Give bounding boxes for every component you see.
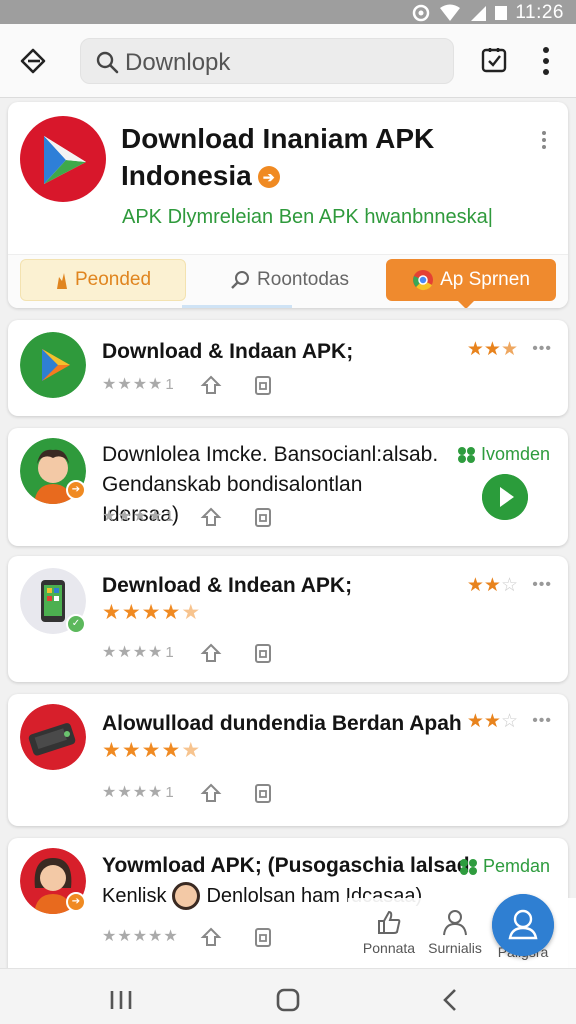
back-icon[interactable] xyxy=(18,46,48,76)
app-list-item[interactable]: Download & Indaan APK; ★★★ ••• ★ ★ ★ ★ 1 xyxy=(8,320,568,416)
device-icon xyxy=(20,704,86,770)
rating-stars: ★★☆ xyxy=(466,575,518,596)
more-icon[interactable]: ••• xyxy=(532,576,552,594)
share-icon[interactable] xyxy=(200,374,222,396)
check-badge-icon: ✓ xyxy=(66,614,86,634)
status-time: 11:26 xyxy=(515,2,564,23)
arrow-badge-icon: ➔ xyxy=(257,166,280,188)
thumb-up-icon xyxy=(378,910,401,934)
more-vert-icon[interactable] xyxy=(538,44,554,78)
featured-tabs: Peonded Roontodas Ap Sprnen xyxy=(8,254,568,308)
card-more-icon[interactable] xyxy=(540,130,548,150)
status-tag: Pemdan xyxy=(459,856,550,877)
more-icon[interactable]: ••• xyxy=(532,340,552,358)
tab-label: Peonded xyxy=(74,269,152,290)
sync-icon xyxy=(413,4,430,22)
search-query: Downlopk xyxy=(125,49,231,76)
chrome-icon xyxy=(413,270,434,291)
task-check-icon[interactable] xyxy=(480,46,508,74)
app-list-item[interactable]: ➔ Downlolea Imcke. Bansocianl:alsab. Gen… xyxy=(8,428,568,546)
share-icon[interactable] xyxy=(200,642,222,664)
save-icon[interactable] xyxy=(252,926,274,948)
nav-ponnata[interactable]: Ponnata xyxy=(354,908,424,956)
rating-row: ★ ★ ★ ★ 1 xyxy=(102,507,174,526)
rating-stars: ★★☆ xyxy=(466,711,518,732)
play-store-icon xyxy=(20,332,86,398)
featured-app-card[interactable]: Download Inaniam APK Indonesia ➔ APK Dlym… xyxy=(8,102,568,308)
share-icon[interactable] xyxy=(200,506,222,528)
save-icon[interactable] xyxy=(252,374,274,396)
nav-surnialis[interactable]: Surnialis xyxy=(420,908,490,956)
battery-icon xyxy=(495,6,508,20)
back-nav-icon[interactable] xyxy=(440,987,460,1013)
more-icon[interactable]: ••• xyxy=(532,712,552,730)
save-icon[interactable] xyxy=(252,506,274,528)
app-list-item[interactable]: ✓ Dewnload & Indean APK; ★★★★★ ★★☆ ••• ★… xyxy=(8,556,568,682)
save-icon[interactable] xyxy=(252,642,274,664)
cluster-icon xyxy=(457,446,475,463)
app-title: Dewnload & Indean APK; xyxy=(102,574,353,597)
system-navigation-bar xyxy=(0,968,576,1024)
search-icon xyxy=(96,51,119,74)
update-badge-icon: ➔ xyxy=(66,892,86,912)
app-title: Yowmload APK; (Pusogaschia lalsad xyxy=(102,854,470,877)
update-badge-icon: ➔ xyxy=(66,480,86,500)
featured-app-subtitle: APK Dlymreleian Ben APK hwanbnneska| xyxy=(122,206,493,228)
wifi-icon xyxy=(440,4,461,21)
rating-row: ★ ★ ★ ★ ★ xyxy=(102,928,178,945)
rating-row: ★ ★ ★ ★ 1 xyxy=(102,375,174,394)
mini-avatar-icon xyxy=(172,882,201,910)
search-input[interactable]: Downlopk xyxy=(80,38,454,84)
save-icon[interactable] xyxy=(252,782,274,804)
app-logo-icon xyxy=(20,116,106,202)
share-icon[interactable] xyxy=(200,926,222,948)
status-tag: Ivomden xyxy=(457,444,550,465)
home-icon[interactable] xyxy=(275,987,301,1013)
tab-label: Ap Sprnen xyxy=(440,269,530,290)
app-list-item[interactable]: Alowulload dundendia Berdan Apah ★★★★★ ★… xyxy=(8,694,568,826)
rating-row: ★ ★ ★ ★ 1 xyxy=(102,783,174,802)
play-button[interactable] xyxy=(482,474,528,520)
profile-fab-button[interactable] xyxy=(492,894,554,956)
tab-ap-sprnen[interactable]: Ap Sprnen xyxy=(386,259,556,308)
share-icon[interactable] xyxy=(200,782,222,804)
signal-icon xyxy=(471,6,487,21)
app-title: Alowulload dundendia Berdan Apah xyxy=(102,712,462,735)
featured-app-title: Download Inaniam APK Indonesia ➔ xyxy=(121,123,435,191)
orange-rating-stars: ★★★★★ xyxy=(102,601,202,624)
tab-roontodas[interactable]: Roontodas xyxy=(204,259,374,301)
tab-label: Roontodas xyxy=(257,269,349,290)
status-bar: 11:26 xyxy=(0,0,576,24)
recent-apps-icon[interactable] xyxy=(108,989,134,1011)
top-app-bar: Downlopk xyxy=(0,24,576,98)
person-icon xyxy=(443,910,467,936)
search-icon xyxy=(231,271,250,289)
tab-indicator xyxy=(182,305,292,308)
tab-peonded[interactable]: Peonded xyxy=(20,259,186,301)
rating-stars: ★★★ xyxy=(466,339,518,360)
app-title: Download & Indaan APK; xyxy=(102,340,354,363)
flame-icon xyxy=(56,273,67,289)
cluster-icon xyxy=(459,858,477,875)
rating-row: ★ ★ ★ ★ 1 xyxy=(102,643,174,662)
orange-rating-stars: ★★★★★ xyxy=(102,739,202,762)
